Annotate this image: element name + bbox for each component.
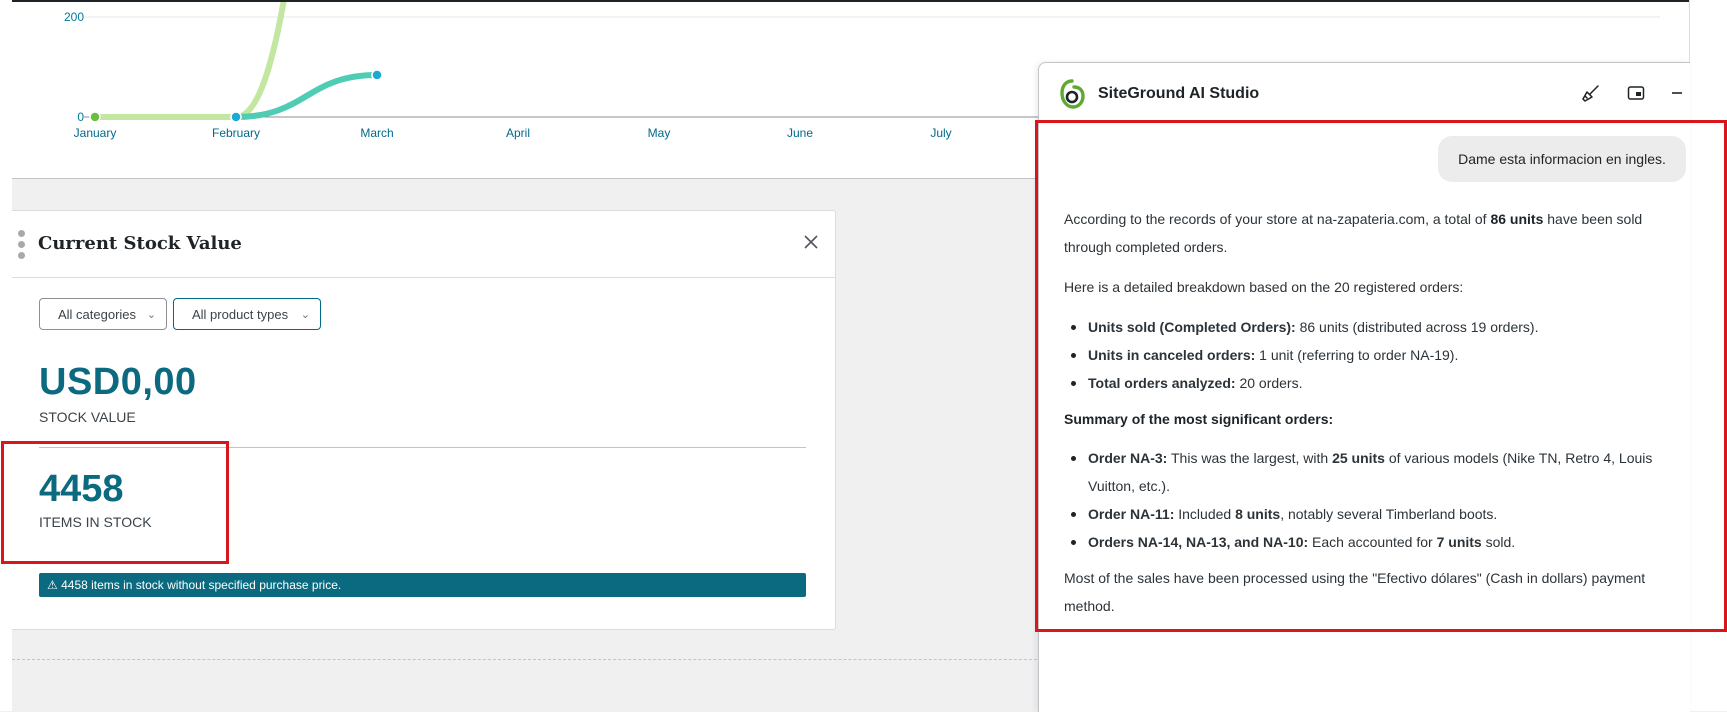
user-message-bubble: Dame esta informacion en ingles. xyxy=(1438,136,1686,182)
category-filter-value: All categories xyxy=(58,307,137,322)
significant-orders-list: Order NA-3: This was the largest, with 2… xyxy=(1064,444,1668,556)
siteground-logo-icon xyxy=(1059,78,1085,110)
list-item: Units in canceled orders: 1 unit (referr… xyxy=(1064,341,1538,369)
assistant-closing-text: Most of the sales have been processed us… xyxy=(1064,570,1646,614)
summary-heading: Summary of the most significant orders: xyxy=(1064,411,1334,427)
x-tick-label: February xyxy=(212,126,260,140)
category-filter-select[interactable]: All categories ⌄ xyxy=(39,298,167,330)
assistant-breakdown-text: Here is a detailed breakdown based on th… xyxy=(1064,279,1464,295)
y-tick-label: 200 xyxy=(64,10,84,24)
series-line xyxy=(92,2,287,121)
chevron-down-icon: ⌄ xyxy=(300,309,310,321)
list-item: Total orders analyzed: 20 orders. xyxy=(1064,369,1538,397)
picture-in-picture-icon[interactable] xyxy=(1626,83,1646,103)
section-divider xyxy=(12,659,1092,660)
assistant-intro-text: According to the records of your store a… xyxy=(1064,211,1643,255)
stock-value-amount: USD0,00 xyxy=(39,361,197,403)
x-tick-label: July xyxy=(930,126,951,140)
stock-value-label: STOCK VALUE xyxy=(39,409,136,425)
card-divider xyxy=(39,447,806,448)
product-type-filter-select[interactable]: All product types ⌄ xyxy=(173,298,321,330)
stock-warning-notice: ⚠ 4458 items in stock without specified … xyxy=(39,573,806,597)
card-header: Current Stock Value xyxy=(12,211,835,278)
list-item: Order NA-3: This was the largest, with 2… xyxy=(1064,444,1668,500)
y-tick-label: 0 xyxy=(77,110,84,124)
x-tick-label: March xyxy=(360,126,393,140)
x-tick-label: April xyxy=(506,126,530,140)
list-item: Units sold (Completed Orders): 86 units … xyxy=(1064,313,1538,341)
minimize-icon[interactable] xyxy=(1667,83,1687,103)
data-point xyxy=(230,111,242,123)
ai-studio-panel: SiteGround AI Studio Dame esta informaci… xyxy=(1038,62,1690,712)
product-type-filter-value: All product types xyxy=(192,307,289,322)
ai-studio-title: SiteGround AI Studio xyxy=(1098,85,1260,102)
page-scrollbar-area[interactable] xyxy=(1689,0,1727,711)
card-title: Current Stock Value xyxy=(38,233,242,254)
x-tick-label: May xyxy=(648,126,671,140)
list-item: Orders NA-14, NA-13, and NA-10: Each acc… xyxy=(1064,528,1668,556)
units-summary-list: Units sold (Completed Orders): 86 units … xyxy=(1064,313,1538,397)
items-in-stock-count: 4458 xyxy=(39,468,124,510)
x-tick-label: June xyxy=(787,126,813,140)
ai-studio-header: SiteGround AI Studio xyxy=(1039,63,1690,122)
drag-handle-icon[interactable] xyxy=(18,230,26,264)
data-point xyxy=(371,69,383,81)
broom-icon[interactable] xyxy=(1581,83,1601,103)
list-item: Order NA-11: Included 8 units, notably s… xyxy=(1064,500,1668,528)
x-tick-label: January xyxy=(74,126,117,140)
items-in-stock-label: ITEMS IN STOCK xyxy=(39,514,152,530)
current-stock-value-card: Current Stock Value All categories ⌄ All… xyxy=(12,210,836,630)
close-icon[interactable] xyxy=(802,233,820,251)
page-left-edge xyxy=(0,0,12,711)
chevron-down-icon: ⌄ xyxy=(146,309,156,321)
data-point xyxy=(89,111,101,123)
